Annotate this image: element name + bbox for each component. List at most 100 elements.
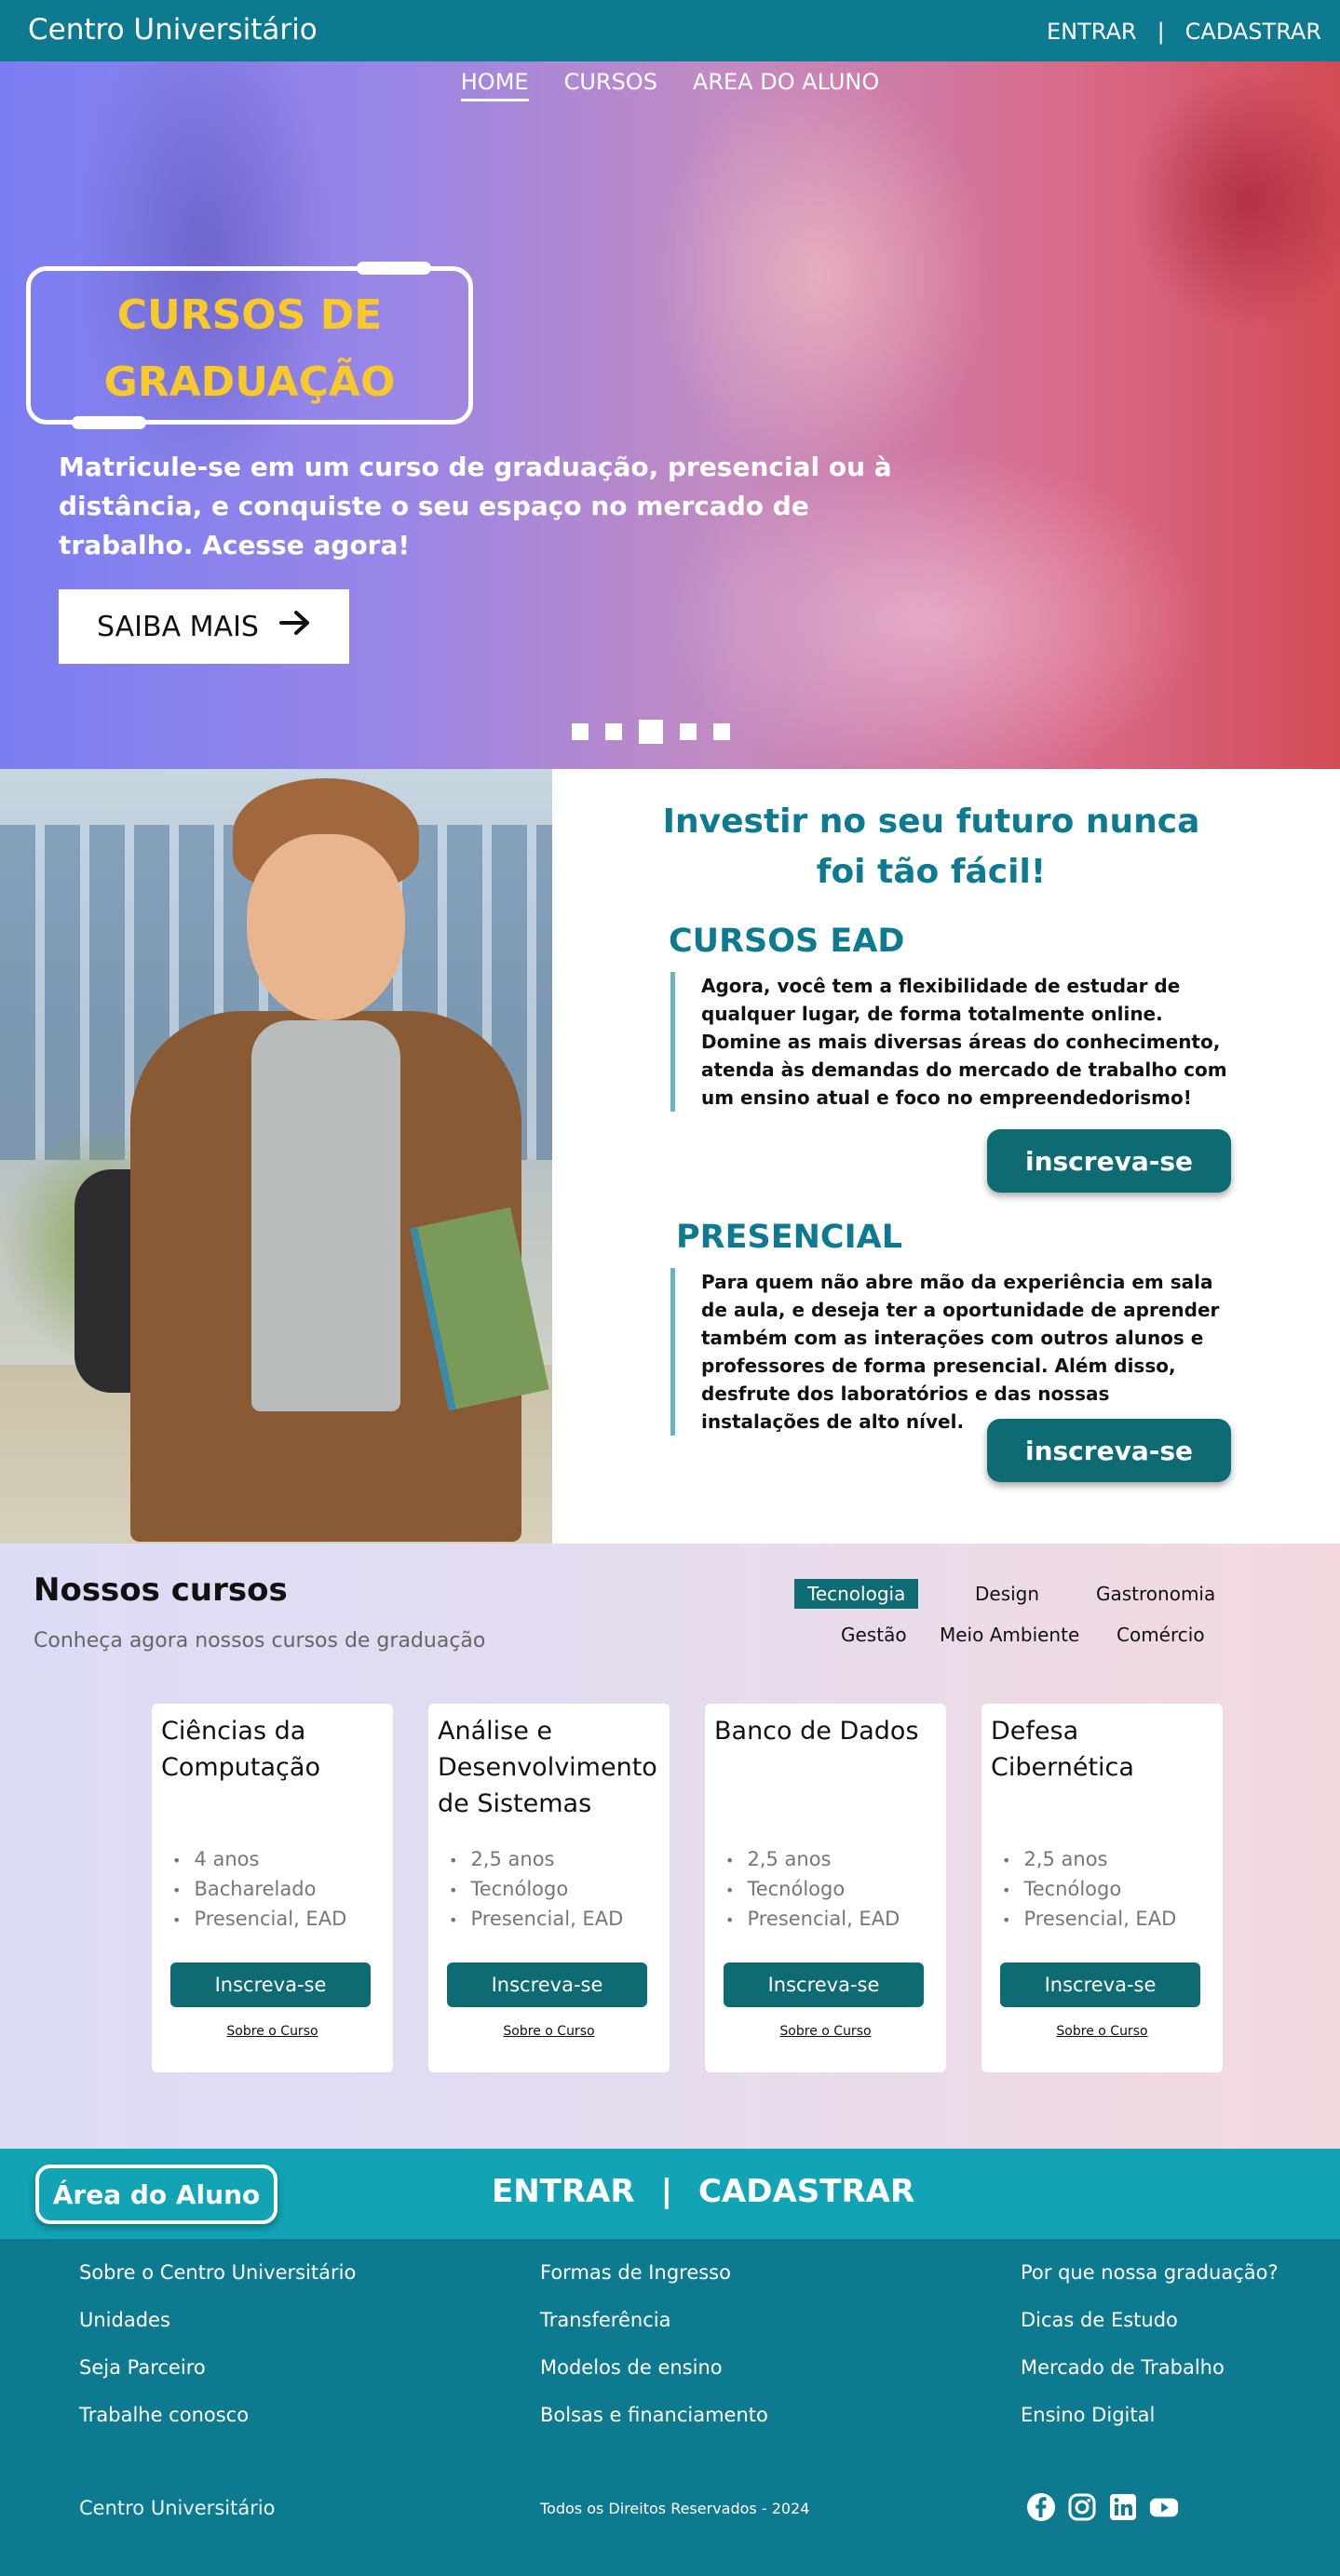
footer: Sobre o Centro Universitário Unidades Se… <box>0 2239 1340 2576</box>
filter-meio-ambiente[interactable]: Meio Ambiente <box>927 1620 1092 1650</box>
course-degree: Tecnólogo <box>449 1875 623 1905</box>
course-name: Banco de Dados <box>714 1717 919 1746</box>
social-links <box>1026 2492 1179 2522</box>
sobre-o-curso-link[interactable]: Sobre o Curso <box>705 2024 946 2039</box>
nav-home[interactable]: HOME <box>460 69 529 101</box>
brand-name[interactable]: Centro Universitário <box>28 13 318 47</box>
presencial-inscreva-button[interactable]: inscreva-se <box>987 1419 1231 1482</box>
course-details: 2,5 anos Tecnólogo Presencial, EAD <box>1002 1845 1176 1935</box>
signup-link[interactable]: CADASTRAR <box>1185 19 1321 45</box>
course-modality: Presencial, EAD <box>172 1905 346 1935</box>
course-duration: 2,5 anos <box>1002 1845 1176 1875</box>
courses-section: Nossos cursos Conheça agora nossos curso… <box>0 1544 1340 2149</box>
footer-link[interactable]: Seja Parceiro <box>79 2356 356 2404</box>
hero-title-frame: CURSOS DE GRADUAÇÃO <box>26 262 473 429</box>
ead-heading: CURSOS EAD <box>669 923 905 960</box>
student-signup-link[interactable]: CADASTRAR <box>698 2173 914 2210</box>
filter-gastronomia[interactable]: Gastronomia <box>1083 1579 1228 1609</box>
course-modality: Presencial, EAD <box>725 1905 900 1935</box>
footer-column-ingresso: Formas de Ingresso Transferência Modelos… <box>540 2261 768 2451</box>
student-photo <box>0 769 552 1544</box>
presencial-heading: PRESENCIAL <box>676 1219 903 1256</box>
nav-cursos[interactable]: CURSOS <box>564 69 657 101</box>
footer-link[interactable]: Unidades <box>79 2309 356 2356</box>
facebook-icon[interactable] <box>1026 2492 1056 2522</box>
course-modality: Presencial, EAD <box>449 1905 623 1935</box>
arrow-right-icon <box>278 610 311 643</box>
sobre-o-curso-link[interactable]: Sobre o Curso <box>152 2024 393 2039</box>
course-inscreva-button[interactable]: Inscreva-se <box>447 1962 647 2007</box>
carousel-dot[interactable] <box>713 723 730 740</box>
auth-separator: | <box>1157 19 1165 45</box>
course-duration: 2,5 anos <box>449 1845 623 1875</box>
filter-comercio[interactable]: Comércio <box>1103 1620 1218 1650</box>
frame-decoration <box>357 262 431 275</box>
course-degree: Tecnólogo <box>1002 1875 1176 1905</box>
course-card: Análise e Desenvolvimento de Sistemas 2,… <box>428 1704 670 2072</box>
course-card: Ciências da Computação 4 anos Bacharelad… <box>152 1704 393 2072</box>
course-duration: 4 anos <box>172 1845 346 1875</box>
course-inscreva-button[interactable]: Inscreva-se <box>724 1962 924 2007</box>
footer-link[interactable]: Modelos de ensino <box>540 2356 768 2404</box>
student-auth-separator: | <box>660 2173 672 2210</box>
youtube-icon[interactable] <box>1149 2492 1179 2522</box>
course-duration: 2,5 anos <box>725 1845 900 1875</box>
course-name: Ciências da Computação <box>161 1717 320 1782</box>
area-do-aluno-button[interactable]: Área do Aluno <box>35 2165 277 2224</box>
course-degree: Tecnólogo <box>725 1875 900 1905</box>
footer-column-graduacao: Por que nossa graduação? Dicas de Estudo… <box>1021 2261 1279 2451</box>
carousel-dot[interactable] <box>605 723 622 740</box>
student-bar: Área do Aluno ENTRAR | CADASTRAR <box>0 2149 1340 2239</box>
ead-description: Agora, você tem a flexibilidade de estud… <box>670 972 1229 1112</box>
filter-tecnologia[interactable]: Tecnologia <box>794 1579 919 1609</box>
login-link[interactable]: ENTRAR <box>1047 19 1137 45</box>
invest-title: Investir no seu futuro nunca foi tão fác… <box>662 802 1200 891</box>
student-login-link[interactable]: ENTRAR <box>492 2173 635 2210</box>
footer-link[interactable]: Dicas de Estudo <box>1021 2309 1279 2356</box>
sobre-o-curso-link[interactable]: Sobre o Curso <box>428 2024 670 2039</box>
invest-section: Investir no seu futuro nunca foi tão fác… <box>0 769 1340 1544</box>
sobre-o-curso-link[interactable]: Sobre o Curso <box>981 2024 1223 2039</box>
footer-column-institucional: Sobre o Centro Universitário Unidades Se… <box>79 2261 356 2451</box>
carousel-dot[interactable] <box>680 723 697 740</box>
hero-title-line: CURSOS DE <box>116 291 383 339</box>
filter-gestao[interactable]: Gestão <box>828 1620 920 1650</box>
footer-link[interactable]: Mercado de Trabalho <box>1021 2356 1279 2404</box>
course-details: 2,5 anos Tecnólogo Presencial, EAD <box>725 1845 900 1935</box>
auth-links: ENTRAR | CADASTRAR <box>1047 19 1321 45</box>
hero-banner: HOME CURSOS AREA DO ALUNO CURSOS DE GRAD… <box>0 61 1340 769</box>
carousel-dot[interactable] <box>572 723 589 740</box>
footer-link[interactable]: Sobre o Centro Universitário <box>79 2261 356 2309</box>
course-name: Análise e Desenvolvimento de Sistemas <box>438 1717 657 1818</box>
course-modality: Presencial, EAD <box>1002 1905 1176 1935</box>
hero-title: CURSOS DE GRADUAÇÃO <box>31 282 468 416</box>
instagram-icon[interactable] <box>1067 2492 1097 2522</box>
hero-title-line: GRADUAÇÃO <box>103 358 396 406</box>
top-bar: Centro Universitário ENTRAR | CADASTRAR <box>0 0 1340 61</box>
course-inscreva-button[interactable]: Inscreva-se <box>170 1962 371 2007</box>
courses-subtitle: Conheça agora nossos cursos de graduação <box>34 1629 486 1652</box>
footer-brand: Centro Universitário <box>79 2497 276 2519</box>
filter-design[interactable]: Design <box>962 1579 1052 1609</box>
main-nav: HOME CURSOS AREA DO ALUNO <box>0 69 1340 101</box>
student-auth-links: ENTRAR | CADASTRAR <box>492 2173 914 2210</box>
footer-link[interactable]: Ensino Digital <box>1021 2404 1279 2451</box>
course-details: 4 anos Bacharelado Presencial, EAD <box>172 1845 346 1935</box>
course-details: 2,5 anos Tecnólogo Presencial, EAD <box>449 1845 623 1935</box>
saiba-mais-button[interactable]: SAIBA MAIS <box>59 589 349 664</box>
footer-link[interactable]: Por que nossa graduação? <box>1021 2261 1279 2309</box>
course-degree: Bacharelado <box>172 1875 346 1905</box>
carousel-indicators <box>572 720 730 744</box>
nav-area-do-aluno[interactable]: AREA DO ALUNO <box>693 69 879 101</box>
footer-link[interactable]: Transferência <box>540 2309 768 2356</box>
course-inscreva-button[interactable]: Inscreva-se <box>1000 1962 1200 2007</box>
course-card: Defesa Cibernética 2,5 anos Tecnólogo Pr… <box>981 1704 1223 2072</box>
footer-link[interactable]: Trabalhe conosco <box>79 2404 356 2451</box>
linkedin-icon[interactable] <box>1108 2492 1138 2522</box>
footer-link[interactable]: Bolsas e financiamento <box>540 2404 768 2451</box>
presencial-description: Para quem não abre mão da experiência em… <box>670 1268 1229 1436</box>
footer-link[interactable]: Formas de Ingresso <box>540 2261 768 2309</box>
carousel-dot-active[interactable] <box>639 720 663 744</box>
course-card: Banco de Dados 2,5 anos Tecnólogo Presen… <box>705 1704 946 2072</box>
ead-inscreva-button[interactable]: inscreva-se <box>987 1129 1231 1193</box>
